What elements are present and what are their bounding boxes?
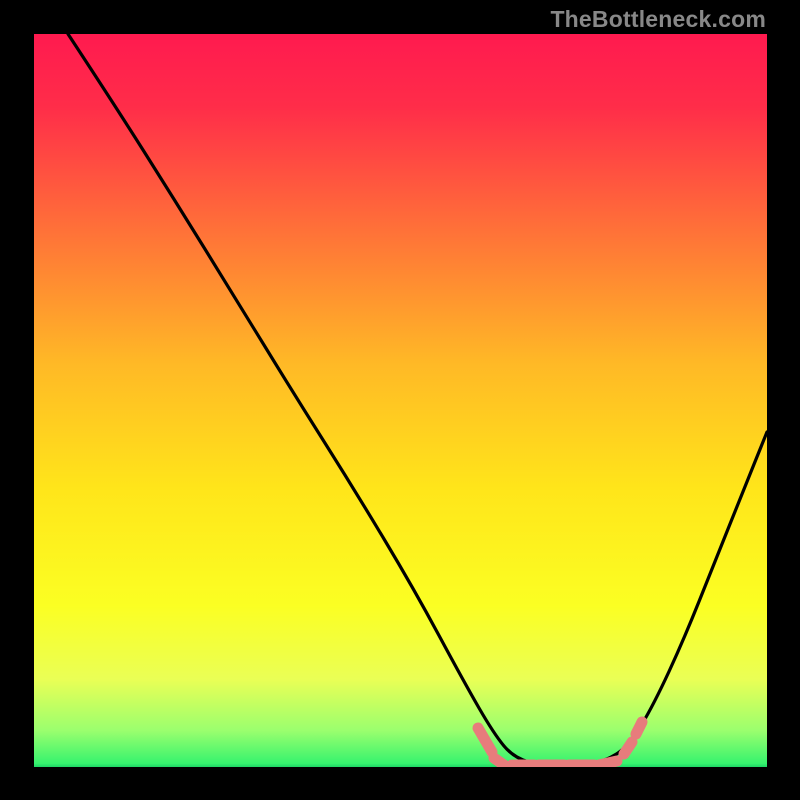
watermark-text: TheBottleneck.com [550, 6, 766, 33]
chart-frame: TheBottleneck.com [0, 0, 800, 800]
plot-area [34, 34, 767, 767]
bottleneck-curve [34, 34, 767, 767]
